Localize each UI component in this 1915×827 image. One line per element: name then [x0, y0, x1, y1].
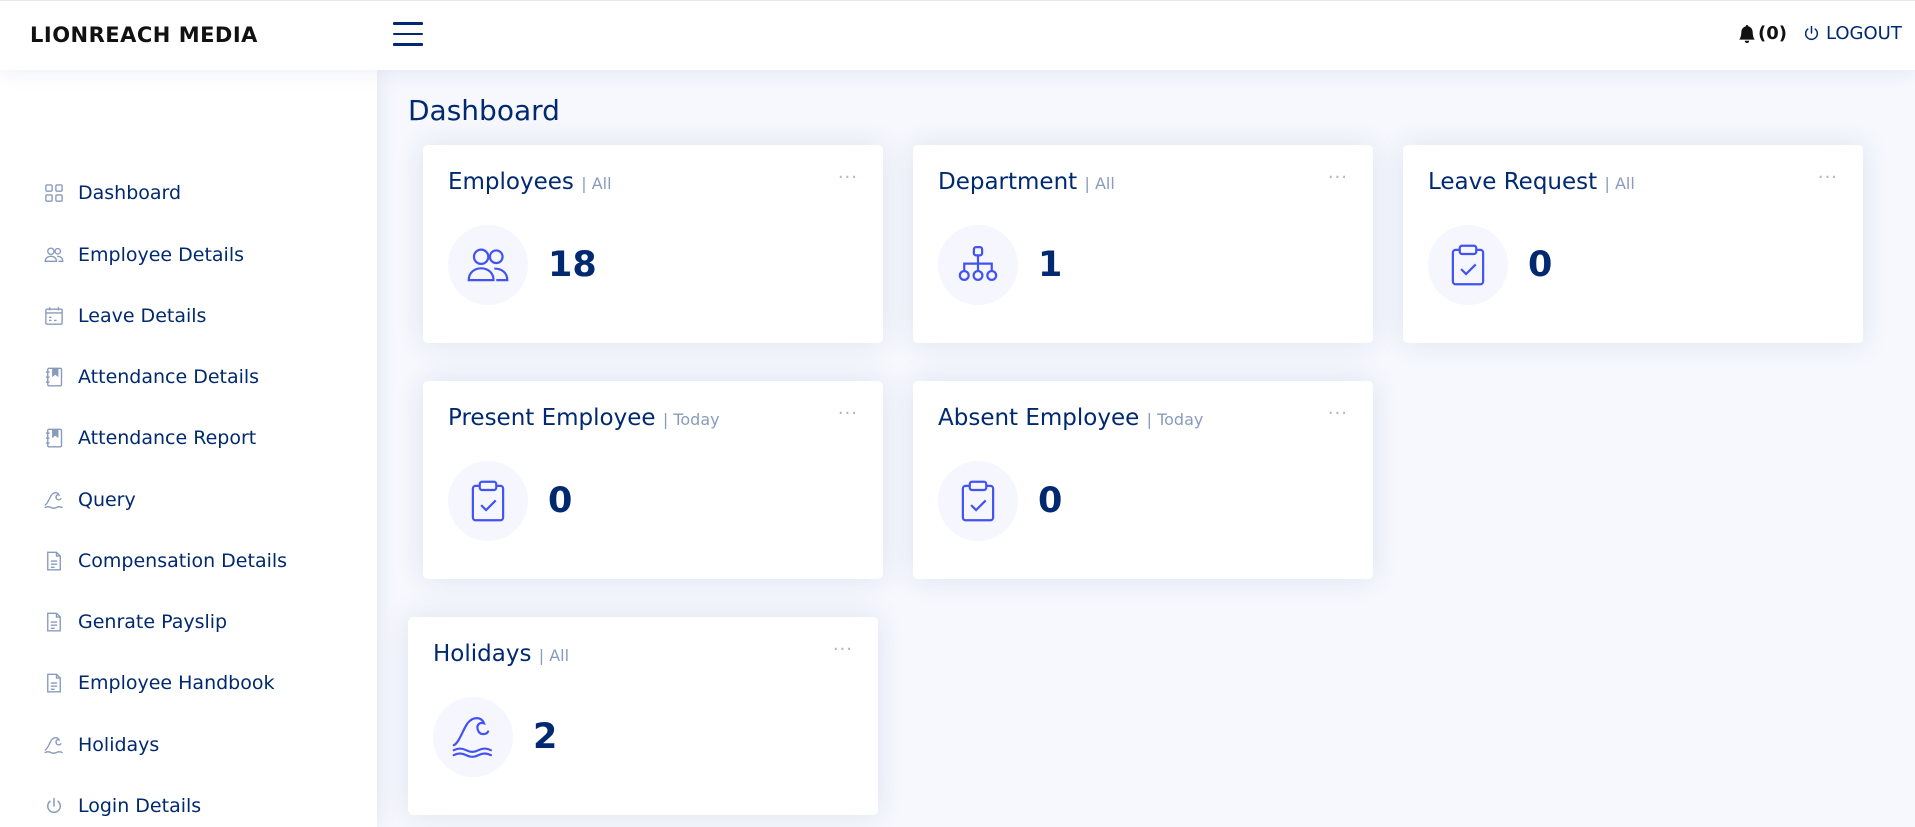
card-icon-circle — [448, 461, 528, 541]
card-title: Employees | All — [448, 169, 612, 195]
card-icon-circle — [433, 697, 513, 777]
sidebar-item-holidays[interactable]: Holidays — [44, 730, 159, 760]
sidebar-toggle-button[interactable] — [393, 22, 423, 48]
sidebar-item-employee-handbook[interactable]: Employee Handbook — [44, 668, 275, 698]
file-text-icon — [47, 612, 61, 632]
journal-bookmark-icon — [45, 428, 63, 448]
department-card: Department | All ··· 1 — [913, 145, 1373, 343]
hamburger-line — [393, 43, 423, 46]
sidebar-item-label: Employee Details — [78, 244, 245, 266]
clipboard-check-icon — [961, 480, 995, 522]
holidays-card: Holidays | All ··· 2 — [408, 617, 878, 815]
card-value: 18 — [548, 245, 597, 285]
leave-request-card: Leave Request | All ··· 0 — [1403, 145, 1863, 343]
people-icon — [467, 248, 509, 282]
file-text-icon — [47, 673, 61, 693]
sidebar-item-dashboard[interactable]: Dashboard — [44, 178, 181, 208]
wave-icon — [44, 736, 63, 754]
card-title-text: Department — [938, 169, 1078, 195]
grid-icon — [45, 184, 63, 202]
top-header: LIONREACH MEDIA (0) LOGOUT — [0, 0, 1915, 70]
card-menu-button[interactable]: ··· — [1328, 403, 1348, 424]
sidebar: Dashboard Employee Details Leave Details… — [0, 70, 377, 827]
people-icon — [44, 247, 64, 262]
clipboard-check-icon — [471, 480, 505, 522]
card-filter: | All — [538, 646, 570, 665]
card-title: Present Employee | Today — [448, 405, 720, 431]
card-icon-circle — [448, 225, 528, 305]
sidebar-item-label: Login Details — [78, 795, 202, 817]
card-filter: | All — [1084, 174, 1115, 193]
card-title-text: Present Employee — [448, 405, 656, 431]
sidebar-item-login-details[interactable]: Login Details — [44, 791, 201, 821]
card-value: 2 — [533, 717, 558, 757]
sidebar-item-label: Genrate Payslip — [78, 611, 228, 633]
sidebar-item-employee-details[interactable]: Employee Details — [44, 240, 244, 270]
page-title: Dashboard — [408, 94, 560, 127]
card-filter: | Today — [1146, 410, 1204, 429]
sidebar-item-label: Attendance Details — [78, 366, 260, 388]
sidebar-item-label: Attendance Report — [78, 427, 257, 449]
sidebar-item-query[interactable]: Query — [44, 485, 136, 515]
card-menu-button[interactable]: ··· — [838, 403, 858, 424]
card-title: Holidays | All — [433, 641, 569, 667]
present-employee-card: Present Employee | Today ··· 0 — [423, 381, 883, 579]
card-title-text: Holidays — [433, 641, 532, 667]
logout-button[interactable]: LOGOUT — [1803, 23, 1902, 44]
brand-logo[interactable]: LIONREACH MEDIA — [30, 23, 258, 47]
sidebar-item-compensation-details[interactable]: Compensation Details — [44, 546, 287, 576]
sidebar-item-label: Dashboard — [78, 182, 182, 204]
card-value: 1 — [1038, 245, 1063, 285]
card-filter: | Today — [662, 410, 720, 429]
wave-icon — [44, 491, 63, 509]
sidebar-item-attendance-details[interactable]: Attendance Details — [44, 362, 259, 392]
logout-label: LOGOUT — [1826, 23, 1902, 44]
sidebar-item-label: Compensation Details — [78, 550, 288, 572]
card-title: Absent Employee | Today — [938, 405, 1203, 431]
card-filter: | All — [1604, 174, 1635, 193]
card-menu-button[interactable]: ··· — [1818, 167, 1838, 188]
absent-employee-card: Absent Employee | Today ··· 0 — [913, 381, 1373, 579]
sidebar-item-leave-details[interactable]: Leave Details — [44, 301, 206, 331]
card-title: Leave Request | All — [1428, 169, 1635, 195]
card-value: 0 — [1528, 245, 1553, 285]
card-value: 0 — [1038, 481, 1063, 521]
diagram-icon — [958, 246, 998, 281]
sidebar-item-genrate-payslip[interactable]: Genrate Payslip — [44, 607, 227, 637]
hamburger-line — [393, 22, 423, 25]
employees-card: Employees | All ··· 18 — [423, 145, 883, 343]
power-icon — [47, 797, 61, 813]
calendar-icon — [45, 307, 63, 325]
card-menu-button[interactable]: ··· — [833, 639, 853, 660]
sidebar-item-label: Employee Handbook — [78, 672, 275, 694]
card-icon-circle — [938, 461, 1018, 541]
notifications-button[interactable]: (0) — [1738, 23, 1787, 44]
card-title-text: Absent Employee — [938, 405, 1140, 431]
notification-count: (0) — [1758, 23, 1787, 44]
hamburger-line — [393, 32, 423, 35]
sidebar-item-label: Holidays — [78, 734, 160, 756]
sidebar-item-label: Query — [78, 489, 136, 511]
card-menu-button[interactable]: ··· — [1328, 167, 1348, 188]
journal-bookmark-icon — [45, 367, 63, 387]
card-filter: | All — [581, 174, 612, 193]
card-icon-circle — [938, 225, 1018, 305]
card-icon-circle — [1428, 225, 1508, 305]
card-title-text: Employees — [448, 169, 574, 195]
sidebar-item-attendance-report[interactable]: Attendance Report — [44, 423, 256, 453]
card-value: 0 — [548, 481, 573, 521]
wave-icon — [452, 717, 492, 758]
sidebar-item-label: Leave Details — [78, 305, 207, 327]
power-icon — [1804, 25, 1819, 41]
clipboard-check-icon — [1451, 244, 1485, 286]
card-title: Department | All — [938, 169, 1115, 195]
card-title-text: Leave Request — [1428, 169, 1598, 195]
file-text-icon — [47, 551, 61, 571]
bell-icon — [1739, 24, 1755, 43]
card-menu-button[interactable]: ··· — [838, 167, 858, 188]
